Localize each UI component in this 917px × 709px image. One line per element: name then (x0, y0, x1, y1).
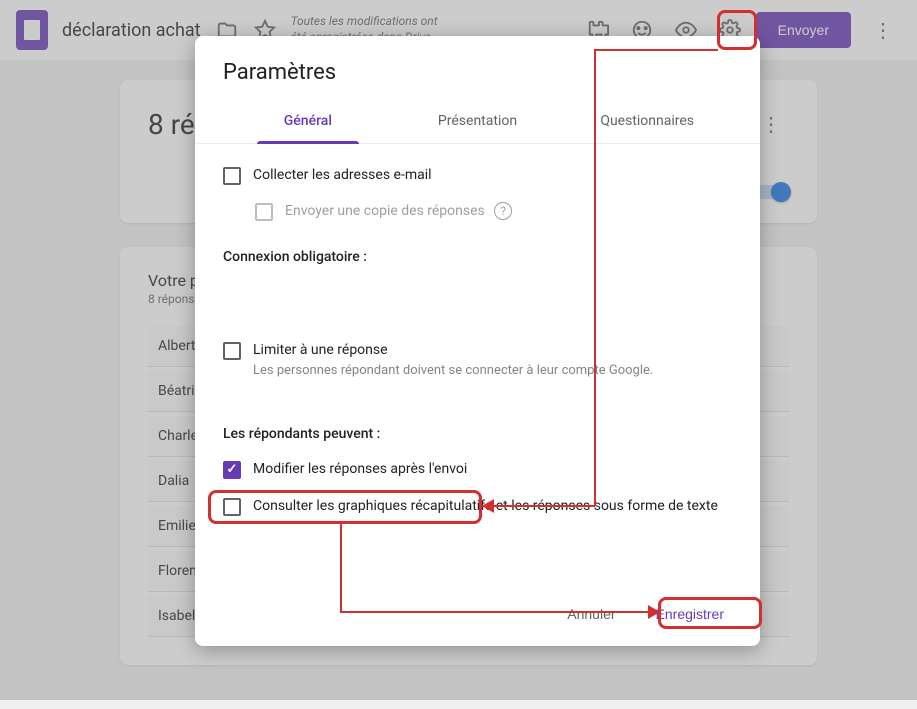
section-respondents-title: Les répondants peuvent : (223, 426, 732, 442)
collect-email-checkbox[interactable] (223, 167, 241, 185)
view-summary-checkbox[interactable] (223, 498, 241, 516)
edit-after-checkbox[interactable] (223, 461, 241, 479)
settings-modal: Paramètres Général Présentation Question… (195, 36, 760, 646)
collect-email-label: Collecter les adresses e-mail (253, 166, 432, 186)
section-login-title: Connexion obligatoire : (223, 249, 732, 265)
send-copy-label: Envoyer une copie des réponses ? (285, 202, 512, 222)
limit-one-subtext: Les personnes répondant doivent se conne… (253, 363, 653, 378)
save-button[interactable]: Enregistrer (648, 600, 732, 628)
tab-general[interactable]: Général (223, 99, 393, 143)
tab-presentation[interactable]: Présentation (393, 99, 563, 143)
send-copy-checkbox (255, 203, 273, 221)
modal-title: Paramètres (195, 36, 760, 99)
cancel-button[interactable]: Annuler (559, 600, 623, 628)
help-icon[interactable]: ? (494, 202, 512, 220)
modal-footer: Annuler Enregistrer (195, 586, 760, 646)
edit-after-label: Modifier les réponses après l'envoi (253, 460, 467, 480)
settings-tabs: Général Présentation Questionnaires (195, 99, 760, 144)
tab-quizzes[interactable]: Questionnaires (562, 99, 732, 143)
view-summary-label: Consulter les graphiques récapitulatifs … (253, 497, 718, 517)
modal-body: Collecter les adresses e-mail Envoyer un… (195, 144, 760, 586)
limit-one-checkbox[interactable] (223, 342, 241, 360)
limit-one-label: Limiter à une réponse (253, 341, 653, 361)
